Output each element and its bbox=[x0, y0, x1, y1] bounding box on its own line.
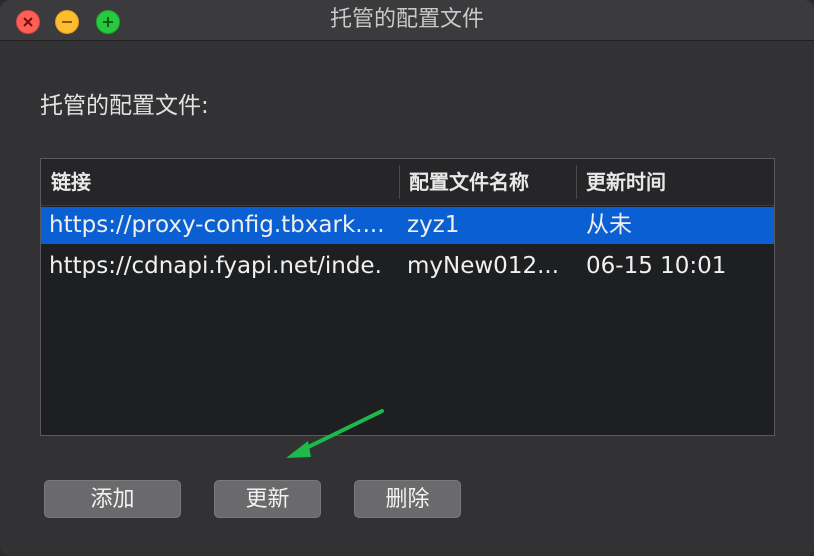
row-updated-cell: 06-15 10:01 bbox=[586, 253, 727, 279]
table-row[interactable]: https://proxy-config.tbxark.... zyz1 从未 bbox=[41, 207, 774, 244]
update-button[interactable]: 更新 bbox=[214, 480, 321, 518]
column-header-profile-name[interactable]: 配置文件名称 bbox=[409, 159, 529, 205]
column-header-updated[interactable]: 更新时间 bbox=[586, 159, 666, 205]
row-name-cell: zyz1 bbox=[407, 212, 460, 238]
column-divider[interactable] bbox=[576, 165, 577, 199]
window-title: 托管的配置文件 bbox=[329, 7, 484, 32]
add-button[interactable]: 添加 bbox=[44, 480, 181, 518]
delete-button[interactable]: 删除 bbox=[354, 480, 461, 518]
row-link-cell: https://proxy-config.tbxark.... bbox=[49, 212, 385, 238]
table-row[interactable]: https://cdnapi.fyapi.net/inde. myNew012.… bbox=[41, 248, 774, 285]
title-bar: 托管的配置文件 bbox=[0, 0, 814, 41]
annotation-arrow-icon bbox=[286, 409, 384, 458]
row-link-cell: https://cdnapi.fyapi.net/inde. bbox=[49, 253, 382, 279]
profiles-table: 链接 配置文件名称 更新时间 https://proxy-config.tbxa… bbox=[40, 158, 775, 436]
profiles-window: 托管的配置文件 托管的配置文件: 链接 配置文件名称 更新时间 https://… bbox=[0, 0, 814, 556]
section-label: 托管的配置文件: bbox=[40, 93, 209, 119]
column-divider[interactable] bbox=[399, 165, 400, 199]
row-updated-cell: 从未 bbox=[586, 212, 632, 238]
row-name-cell: myNew012... bbox=[407, 253, 560, 279]
column-header-link[interactable]: 链接 bbox=[51, 159, 91, 205]
table-header: 链接 配置文件名称 更新时间 bbox=[41, 159, 774, 206]
